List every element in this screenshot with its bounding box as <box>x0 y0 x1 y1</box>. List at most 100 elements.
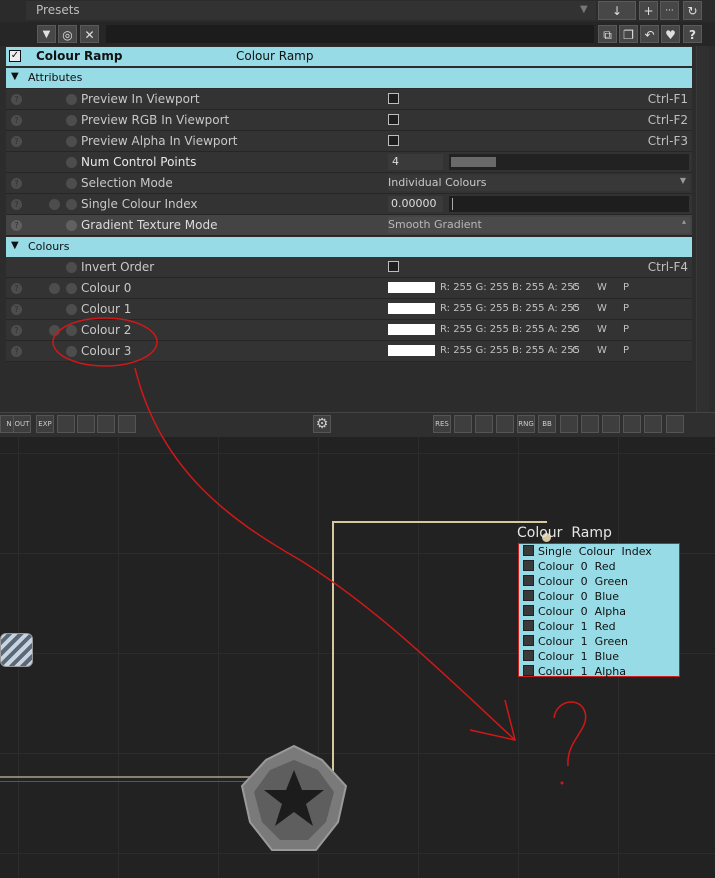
colour-w-button[interactable]: W <box>597 345 607 356</box>
slider-handle[interactable] <box>452 198 453 210</box>
keyframe-dot-icon[interactable] <box>66 283 77 294</box>
keyframe-dot-icon[interactable] <box>66 220 77 231</box>
refresh-button[interactable]: ↻ <box>683 1 702 20</box>
toolbar-icon[interactable] <box>602 415 620 433</box>
graph-node-output[interactable]: Single Colour Index <box>523 545 652 560</box>
more-button[interactable]: ··· <box>660 1 679 20</box>
toolbar-icon[interactable]: OUT <box>13 415 31 433</box>
attribute-row[interactable]: ? Preview In Viewport Ctrl-F1 <box>6 89 692 110</box>
collapse-icon[interactable]: ▼ <box>11 240 19 251</box>
toolbar-icon[interactable] <box>560 415 578 433</box>
preview-alpha-checkbox[interactable] <box>388 135 399 146</box>
paste-icon[interactable]: ❐ <box>619 25 638 43</box>
attribute-row[interactable]: Num Control Points 4 <box>6 152 692 173</box>
output-socket-icon[interactable] <box>523 665 534 676</box>
output-socket-icon[interactable] <box>523 590 534 601</box>
preview-rgb-checkbox[interactable] <box>388 114 399 125</box>
keyframe-dot-icon[interactable] <box>66 136 77 147</box>
num-control-points-slider[interactable] <box>449 154 689 170</box>
keyframe-dot-icon[interactable] <box>66 157 77 168</box>
toolbar-icon[interactable] <box>644 415 662 433</box>
keyframe-dot-icon[interactable] <box>66 262 77 273</box>
preview-viewport-checkbox[interactable] <box>388 93 399 104</box>
keyframe-dot-icon[interactable] <box>66 94 77 105</box>
section-header-colours[interactable]: ▼ Colours <box>6 237 692 257</box>
keyframe-dot-icon[interactable] <box>66 178 77 189</box>
copy-icon[interactable]: ⧉ <box>598 25 617 43</box>
help-dot-icon[interactable]: ? <box>11 325 22 336</box>
partial-node-icon[interactable] <box>0 633 33 667</box>
keyframe-dot-icon[interactable] <box>66 304 77 315</box>
help-dot-icon[interactable]: ? <box>11 199 22 210</box>
clear-filter-icon[interactable]: ✕ <box>80 25 99 43</box>
settings-gear-icon[interactable]: ⚙ <box>313 415 331 433</box>
help-dot-icon[interactable]: ? <box>11 136 22 147</box>
attribute-row[interactable]: ? Single Colour Index 0.00000 <box>6 194 692 215</box>
graph-node-output[interactable]: Colour 0 Alpha <box>523 605 626 620</box>
toolbar-icon[interactable] <box>623 415 641 433</box>
keyframe-dot-icon[interactable] <box>66 325 77 336</box>
invert-order-checkbox[interactable] <box>388 261 399 272</box>
favorite-icon[interactable]: ♥ <box>661 25 680 43</box>
node-enabled-checkbox[interactable]: ✓ <box>9 50 21 62</box>
graph-node-output[interactable]: Colour 1 Red <box>523 620 616 635</box>
help-dot-icon[interactable]: ? <box>11 178 22 189</box>
toolbar-icon[interactable]: BB <box>538 415 556 433</box>
colour-row[interactable]: ? Colour 0 R: 255 G: 255 B: 255 A: 255 C… <box>6 278 692 299</box>
colour-c-button[interactable]: C <box>572 282 579 293</box>
output-socket-icon[interactable] <box>523 560 534 571</box>
colour-row[interactable]: ? Colour 3 R: 255 G: 255 B: 255 A: 255 C… <box>6 341 692 362</box>
toolbar-icon[interactable] <box>118 415 136 433</box>
link-dot-icon[interactable] <box>49 283 60 294</box>
help-dot-icon[interactable]: ? <box>11 283 22 294</box>
help-dot-icon[interactable]: ? <box>11 115 22 126</box>
toolbar-icon[interactable] <box>77 415 95 433</box>
graph-node-output[interactable]: Colour 0 Blue <box>523 590 619 605</box>
keyframe-dot-icon[interactable] <box>66 346 77 357</box>
num-control-points-input[interactable]: 4 <box>388 154 443 170</box>
link-dot-icon[interactable] <box>49 325 60 336</box>
help-dot-icon[interactable]: ? <box>11 346 22 357</box>
toolbar-icon[interactable] <box>454 415 472 433</box>
colour-w-button[interactable]: W <box>597 324 607 335</box>
colour-ramp-node-icon[interactable] <box>238 742 350 856</box>
colour-swatch[interactable] <box>388 324 435 335</box>
toolbar-icon[interactable] <box>97 415 115 433</box>
toolbar-icon[interactable] <box>57 415 75 433</box>
undo-icon[interactable]: ↶ <box>640 25 659 43</box>
toolbar-icon[interactable] <box>581 415 599 433</box>
colour-c-button[interactable]: C <box>572 303 579 314</box>
keyframe-dot-icon[interactable] <box>66 199 77 210</box>
add-button[interactable]: + <box>639 1 658 20</box>
help-icon[interactable]: ? <box>683 25 702 43</box>
graph-node-outputs[interactable]: Single Colour Index Colour 0 Red Colour 0 … <box>518 543 680 678</box>
graph-node-output[interactable]: Colour 1 Green <box>523 635 628 650</box>
presets-dropdown-icon[interactable]: ▼ <box>580 4 588 15</box>
graph-node-output[interactable]: Colour 1 Blue <box>523 650 619 665</box>
gradient-mode-dropdown[interactable]: Smooth Gradient ▴ <box>388 217 690 233</box>
single-colour-index-slider[interactable] <box>449 196 689 212</box>
panel-scrollbar[interactable] <box>696 46 709 412</box>
colour-p-button[interactable]: P <box>623 345 629 356</box>
selection-mode-dropdown[interactable]: Individual Colours ▼ <box>388 175 690 191</box>
colour-swatch[interactable] <box>388 345 435 356</box>
collapse-icon[interactable]: ▼ <box>11 71 19 82</box>
attribute-row[interactable]: ? Gradient Texture Mode Smooth Gradient … <box>6 215 692 236</box>
colour-swatch[interactable] <box>388 282 435 293</box>
output-socket-icon[interactable] <box>523 650 534 661</box>
keyframe-dot-icon[interactable] <box>66 115 77 126</box>
output-socket-icon[interactable] <box>523 605 534 616</box>
filter-icon[interactable]: ▼ <box>37 25 56 43</box>
presets-field[interactable] <box>26 1 596 20</box>
help-dot-icon[interactable]: ? <box>11 304 22 315</box>
graph-node-output[interactable]: Colour 0 Green <box>523 575 628 590</box>
toolbar-icon[interactable] <box>496 415 514 433</box>
attribute-row[interactable]: ? Selection Mode Individual Colours ▼ <box>6 173 692 194</box>
single-colour-index-input[interactable]: 0.00000 <box>388 196 443 212</box>
colour-c-button[interactable]: C <box>572 324 579 335</box>
output-socket-icon[interactable] <box>523 635 534 646</box>
target-icon[interactable]: ◎ <box>58 25 77 43</box>
help-dot-icon[interactable]: ? <box>11 94 22 105</box>
section-header-attributes[interactable]: ▼ Attributes <box>6 68 692 88</box>
colour-row[interactable]: ? Colour 2 R: 255 G: 255 B: 255 A: 255 C… <box>6 320 692 341</box>
